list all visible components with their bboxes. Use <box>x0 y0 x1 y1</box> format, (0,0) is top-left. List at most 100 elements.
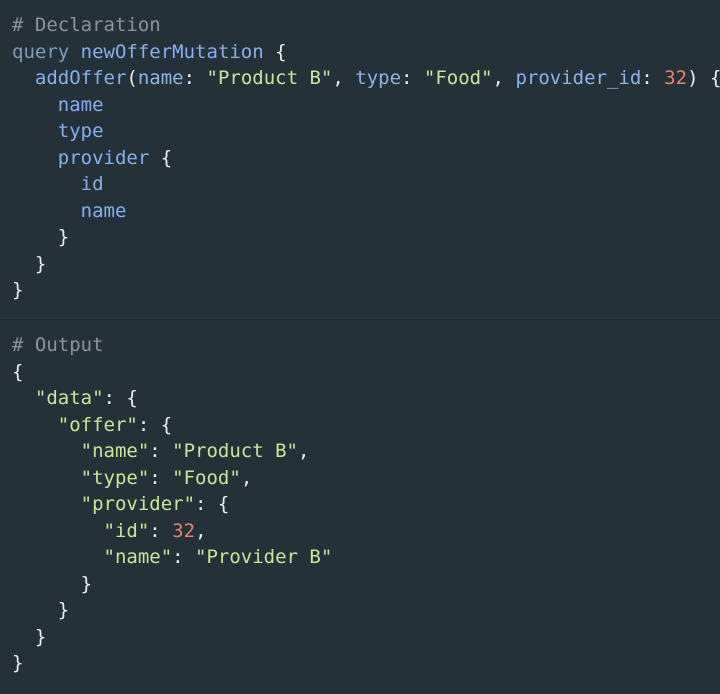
code-token: : <box>641 67 665 89</box>
code-token: } <box>57 599 70 621</box>
code-token: : <box>149 519 173 542</box>
code-token: : <box>172 546 196 568</box>
code-token: { <box>149 146 173 169</box>
output-code[interactable]: { "data": { "offer": { "name": "Product … <box>12 359 720 677</box>
code-token: 32 <box>664 67 688 89</box>
code-line: "offer": { <box>12 412 720 439</box>
code-line: } <box>12 650 720 677</box>
code-token: type <box>355 67 402 89</box>
code-line: name <box>12 92 720 119</box>
declaration-comment: # Declaration <box>12 14 161 36</box>
code-token: { <box>12 360 24 383</box>
code-line: "type": "Food", <box>12 465 720 492</box>
code-token: name <box>137 67 184 89</box>
code-token: query <box>12 40 70 63</box>
code-token: , <box>195 519 207 542</box>
code-line: "name": "Provider B" <box>12 544 720 571</box>
code-token: "Product B" <box>172 440 299 462</box>
code-line: addOffer(name: "Product B", type: "Food"… <box>12 65 720 92</box>
code-token: : { <box>103 387 138 409</box>
code-token: type <box>57 120 104 142</box>
code-token: } <box>57 226 70 248</box>
code-token: "name" <box>80 440 150 462</box>
code-line: "provider": { <box>12 491 720 518</box>
code-token: "Food" <box>172 466 241 489</box>
code-line: } <box>12 277 720 304</box>
code-token: : { <box>195 493 230 515</box>
code-token: "type" <box>80 466 150 489</box>
code-token: "Provider B" <box>195 546 333 568</box>
code-token: , <box>492 67 516 89</box>
code-line: { <box>12 359 720 386</box>
code-token: ( <box>126 67 138 89</box>
code-token: } <box>80 572 93 595</box>
code-token: { <box>263 40 287 63</box>
code-token: : { <box>137 413 173 436</box>
code-token: provider <box>57 146 150 169</box>
code-line: query newOfferMutation { <box>12 39 720 66</box>
code-line: "data": { <box>12 385 720 412</box>
code-token: "id" <box>103 519 150 542</box>
code-line: "id": 32, <box>12 518 720 545</box>
code-token: } <box>34 625 47 648</box>
code-token: : <box>183 67 207 89</box>
code-token: , <box>298 440 310 462</box>
code-line: id <box>12 171 720 198</box>
code-token: : <box>149 466 173 489</box>
code-line: } <box>12 597 720 624</box>
code-token: "Product B" <box>206 67 333 89</box>
code-token: } <box>12 652 24 674</box>
code-line: provider { <box>12 145 720 172</box>
code-token: newOfferMutation <box>80 40 264 63</box>
code-token: , <box>332 67 356 89</box>
code-viewer: # Declaration query newOfferMutation { a… <box>0 0 720 694</box>
code-token: } <box>34 252 47 275</box>
code-line: } <box>12 624 720 651</box>
output-pane: # Output { "data": { "offer": { "name": … <box>0 320 720 694</box>
code-token: addOffer <box>34 67 127 89</box>
code-token: "Food" <box>423 67 493 89</box>
declaration-code[interactable]: query newOfferMutation { addOffer(name: … <box>12 39 720 304</box>
code-line: type <box>12 118 720 145</box>
declaration-pane: # Declaration query newOfferMutation { a… <box>0 0 720 318</box>
code-token: "data" <box>34 387 104 409</box>
output-comment: # Output <box>12 334 104 356</box>
code-token: , <box>240 466 253 489</box>
code-line: } <box>12 571 720 598</box>
code-line: "name": "Product B", <box>12 438 720 465</box>
code-token: : <box>401 67 424 89</box>
code-token: "offer" <box>57 413 138 436</box>
code-token: "name" <box>103 546 173 568</box>
code-token: 32 <box>172 519 196 542</box>
code-token: ) { <box>687 67 720 89</box>
code-token: : <box>149 440 173 462</box>
code-token: "provider" <box>80 493 196 515</box>
code-token: id <box>80 173 104 195</box>
code-token: provider_id <box>515 67 642 89</box>
code-token: } <box>12 279 24 301</box>
code-line: } <box>12 224 720 251</box>
code-line: } <box>12 251 720 278</box>
code-token: name <box>80 199 127 222</box>
code-line: name <box>12 198 720 225</box>
code-token: name <box>57 93 104 116</box>
